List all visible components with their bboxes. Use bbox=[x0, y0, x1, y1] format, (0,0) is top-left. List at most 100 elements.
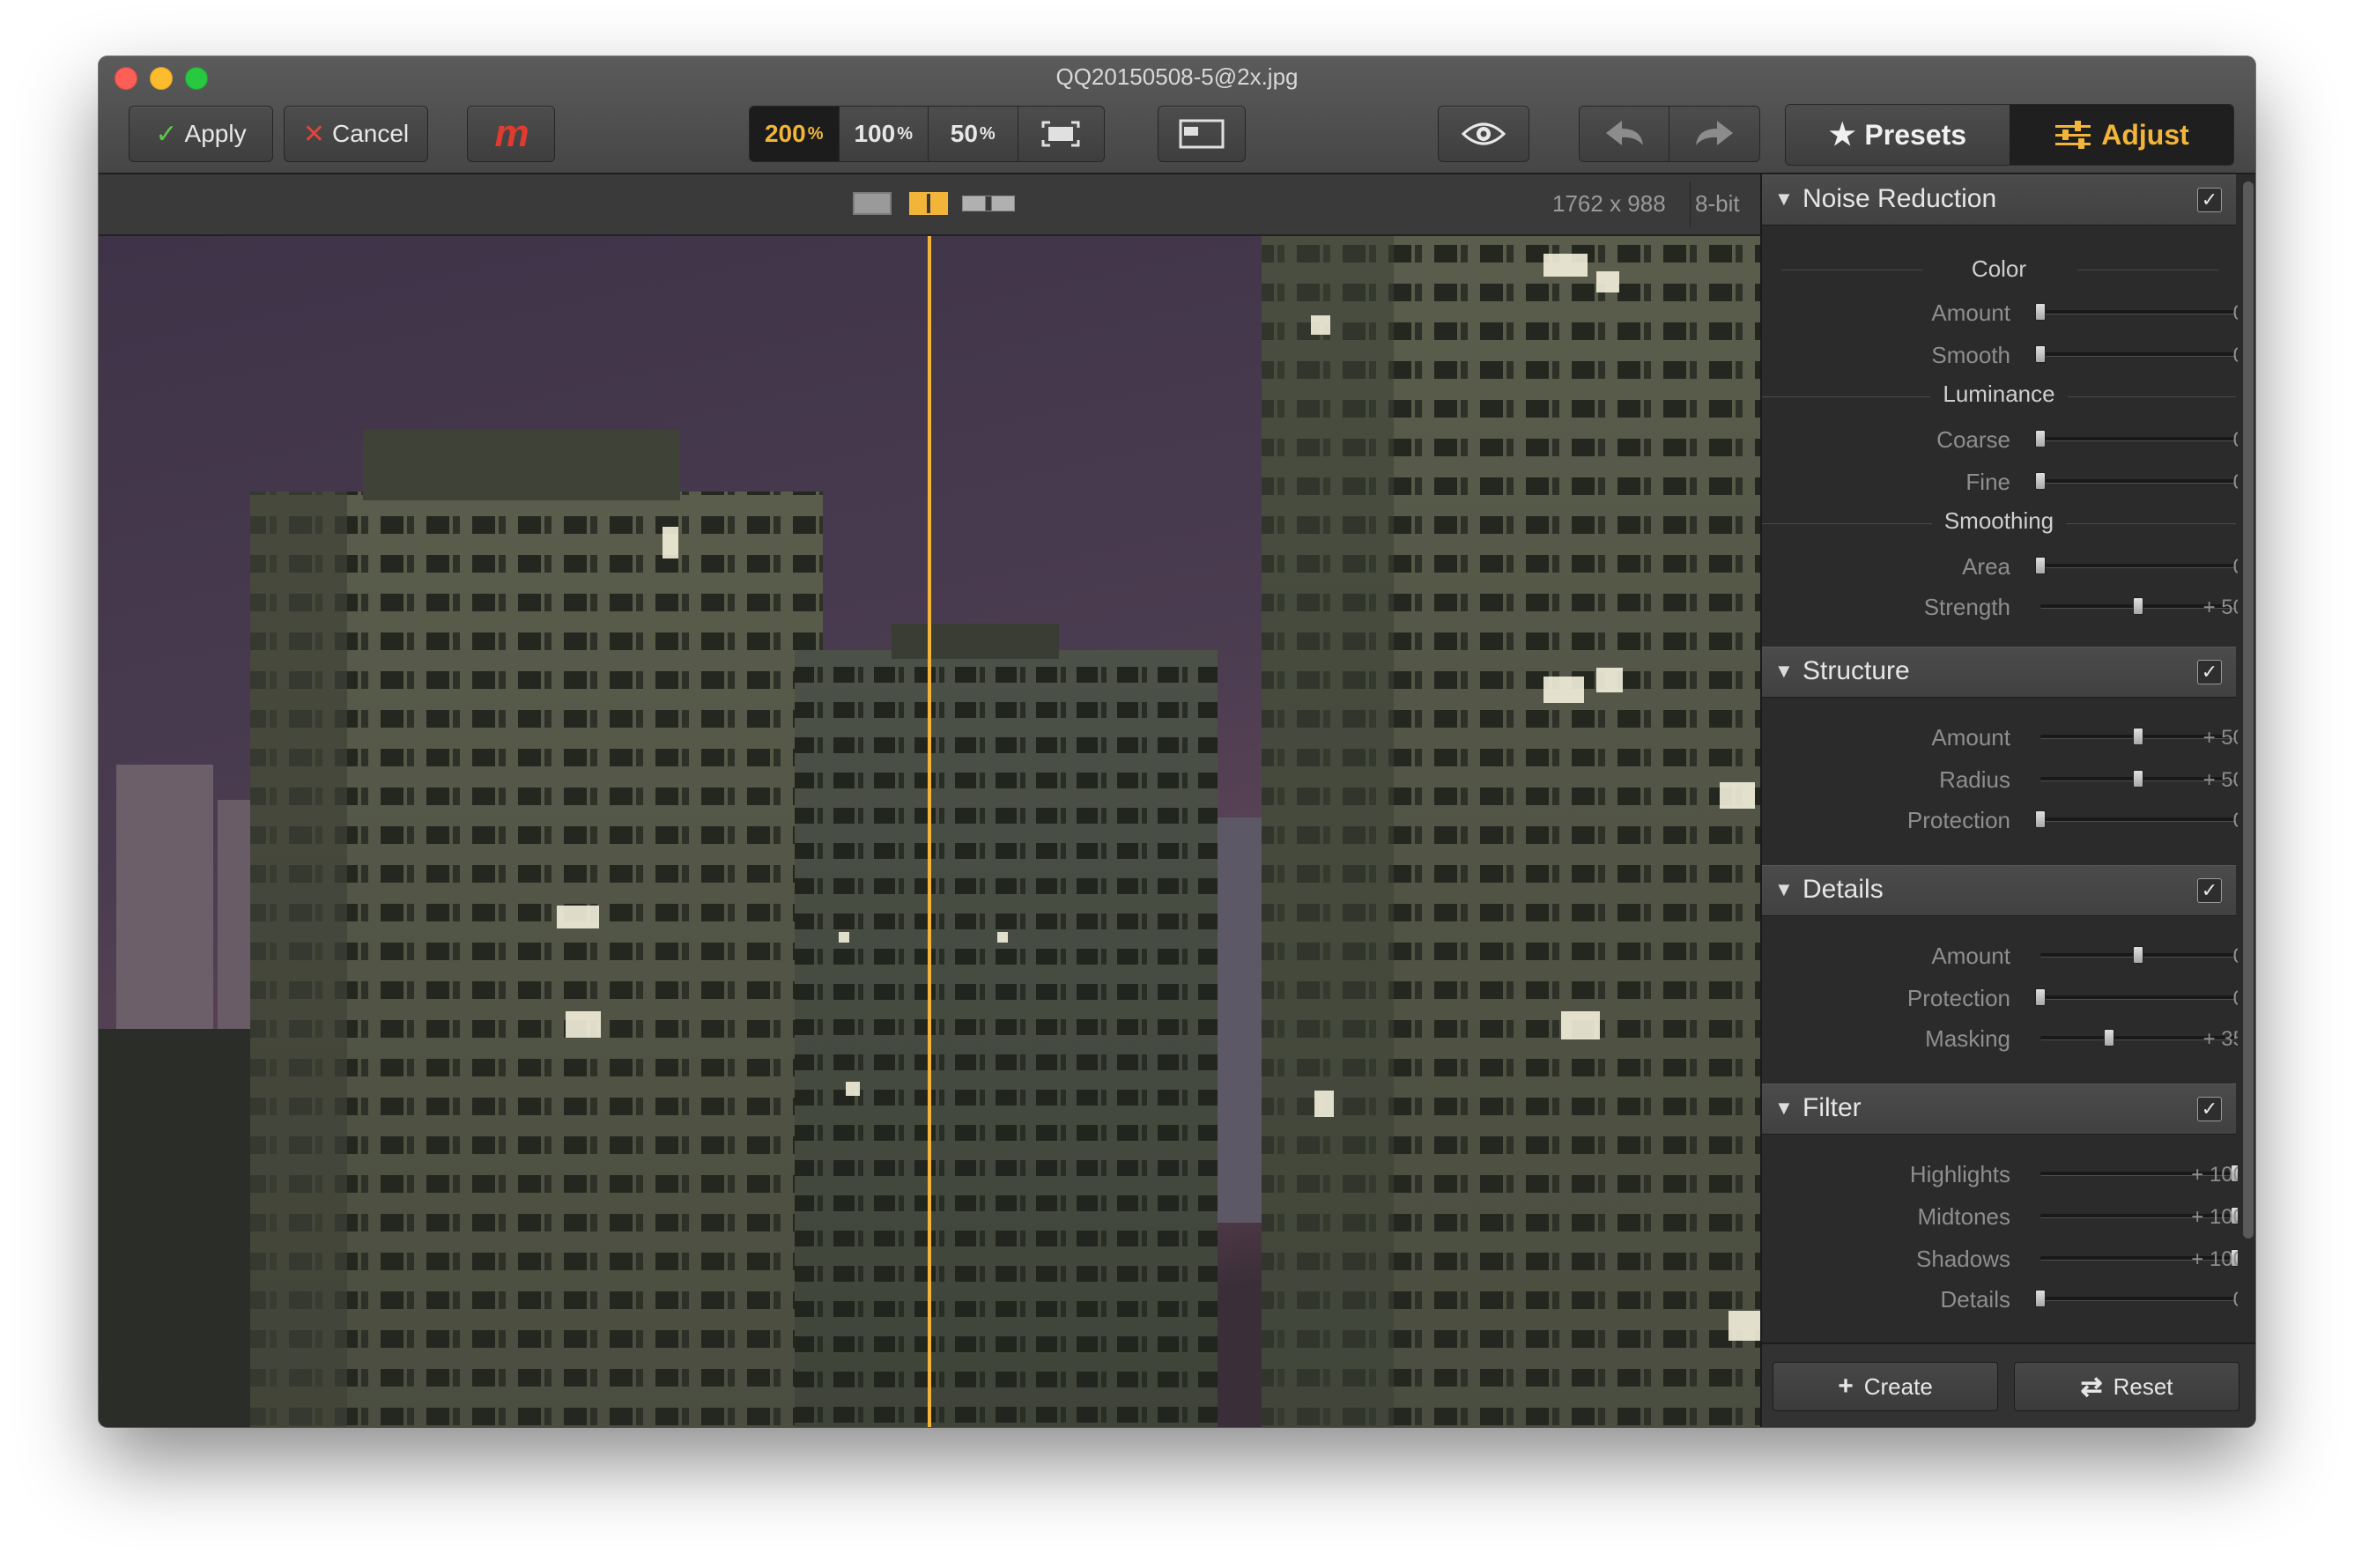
row-value: + 35 bbox=[2202, 1027, 2245, 1051]
x-icon: ✕ bbox=[302, 119, 325, 149]
panel-scrollbar[interactable] bbox=[2238, 174, 2255, 1342]
row-value: + 50 bbox=[2202, 726, 2245, 750]
row-value: + 100 bbox=[2191, 1247, 2245, 1271]
slider-thumb[interactable] bbox=[2035, 345, 2046, 363]
zoom-200-button[interactable]: 200% bbox=[750, 107, 840, 161]
row-value: + 100 bbox=[2191, 1205, 2245, 1229]
side-by-side-view-icon[interactable] bbox=[962, 196, 1015, 211]
zoom-50-button[interactable]: 50% bbox=[929, 107, 1018, 161]
section-structure[interactable]: ▼ Structure ✓ bbox=[1762, 647, 2236, 698]
slider-thumb[interactable] bbox=[2035, 472, 2046, 490]
slider-thumb[interactable] bbox=[2035, 810, 2046, 828]
plus-icon: + bbox=[1838, 1372, 1854, 1401]
row-label: Amount bbox=[1931, 300, 2010, 326]
slider-thumb[interactable] bbox=[2104, 1029, 2114, 1047]
row-label: Shadows bbox=[1916, 1246, 2010, 1272]
zoom-200-unit: % bbox=[807, 123, 824, 144]
row-value: 0 bbox=[2174, 555, 2245, 580]
row-label: Highlights bbox=[1909, 1161, 2010, 1187]
tab-presets-label: Presets bbox=[1864, 118, 1967, 151]
slider-thumb[interactable] bbox=[2133, 597, 2143, 615]
redo-arrow-icon bbox=[1696, 121, 1733, 145]
title-toolbar: QQ20150508-5@2x.jpg ✓ Apply ✕ Cancel m 2… bbox=[99, 56, 2255, 174]
window-layout-icon bbox=[1179, 119, 1225, 149]
split-view-icon[interactable] bbox=[909, 192, 948, 215]
cancel-button[interactable]: ✕ Cancel bbox=[284, 106, 428, 162]
redo-button[interactable] bbox=[1669, 107, 1759, 161]
slider-thumb[interactable] bbox=[2035, 557, 2046, 574]
single-view-icon[interactable] bbox=[853, 192, 892, 215]
photo-canvas[interactable] bbox=[99, 236, 1760, 1427]
undo-button[interactable] bbox=[1580, 107, 1669, 161]
structure-checkbox[interactable]: ✓ bbox=[2197, 660, 2222, 684]
image-dimensions: 1762 x 988 bbox=[1552, 190, 1666, 217]
apply-button[interactable]: ✓ Apply bbox=[129, 106, 273, 162]
section-noise-reduction[interactable]: ▼ Noise Reduction ✓ bbox=[1762, 174, 2236, 226]
group-title-smoothing: Smoothing bbox=[1762, 507, 2236, 535]
slider-thumb[interactable] bbox=[2035, 303, 2046, 321]
tab-presets[interactable]: ★ Presets bbox=[1786, 105, 2010, 165]
row-label: Radius bbox=[1939, 766, 2010, 793]
eye-icon bbox=[1461, 122, 1506, 145]
row-value: 0 bbox=[2174, 470, 2245, 495]
panel-footer: + Create ⇄ Reset bbox=[1762, 1342, 2255, 1427]
slider-thumb[interactable] bbox=[2035, 430, 2046, 447]
row-value: 0 bbox=[2174, 809, 2245, 833]
row-value: 0 bbox=[2174, 944, 2245, 969]
slider-thumb[interactable] bbox=[2133, 946, 2143, 964]
row-label: Strength bbox=[1923, 594, 2010, 620]
zoom-50-unit: % bbox=[979, 123, 996, 144]
night-city-photo bbox=[99, 236, 1760, 1427]
section-filter[interactable]: ▼ Filter ✓ bbox=[1762, 1084, 2236, 1135]
checkmark-icon: ✓ bbox=[155, 119, 178, 149]
filter-checkbox[interactable]: ✓ bbox=[2197, 1097, 2222, 1121]
row-label: Smooth bbox=[1931, 342, 2010, 368]
zoom-200-value: 200 bbox=[764, 120, 806, 147]
disclosure-triangle-icon: ▼ bbox=[1774, 1097, 1794, 1119]
slider-thumb[interactable] bbox=[2133, 728, 2143, 745]
group-title-text: Luminance bbox=[1930, 381, 2068, 407]
undo-arrow-icon bbox=[1605, 121, 1643, 145]
details-checkbox[interactable]: ✓ bbox=[2197, 878, 2222, 903]
row-label: Protection bbox=[1906, 985, 2010, 1011]
zoom-100-button[interactable]: 100% bbox=[839, 107, 929, 161]
logo-m-icon: m bbox=[494, 112, 529, 155]
window-title: QQ20150508-5@2x.jpg bbox=[1055, 63, 1299, 90]
fit-screen-icon bbox=[1041, 121, 1080, 147]
app-window: QQ20150508-5@2x.jpg ✓ Apply ✕ Cancel m 2… bbox=[99, 56, 2255, 1427]
slider-thumb[interactable] bbox=[2035, 1290, 2046, 1307]
slider-thumb[interactable] bbox=[2133, 770, 2143, 788]
row-value: 0 bbox=[2174, 301, 2245, 326]
zoom-100-unit: % bbox=[897, 123, 913, 144]
row-label: Details bbox=[1940, 1286, 2010, 1313]
compare-view-button[interactable] bbox=[1158, 106, 1246, 162]
row-label: Masking bbox=[1925, 1025, 2010, 1052]
row-value: + 50 bbox=[2202, 595, 2245, 619]
create-preset-button[interactable]: + Create bbox=[1773, 1362, 1998, 1411]
disclosure-triangle-icon: ▼ bbox=[1774, 188, 1794, 210]
row-label: Amount bbox=[1931, 724, 2010, 751]
fit-screen-button[interactable] bbox=[1018, 107, 1104, 161]
zoom-50-value: 50 bbox=[950, 120, 978, 147]
reset-button[interactable]: ⇄ Reset bbox=[2014, 1362, 2239, 1411]
zoom-100-value: 100 bbox=[854, 120, 896, 147]
cancel-label: Cancel bbox=[331, 120, 410, 147]
tab-adjust[interactable]: Adjust bbox=[2010, 105, 2233, 165]
scrollbar-thumb[interactable] bbox=[2243, 181, 2254, 1239]
section-details[interactable]: ▼ Details ✓ bbox=[1762, 865, 2236, 916]
section-title: Structure bbox=[1803, 656, 1910, 685]
preview-toggle-button[interactable] bbox=[1438, 106, 1529, 162]
zoom-selector: 200% 100% 50% bbox=[749, 106, 1105, 162]
group-title-color: Color bbox=[1971, 255, 2027, 282]
info-divider bbox=[1690, 181, 1691, 227]
row-label: Coarse bbox=[1936, 426, 2010, 453]
app-logo-button[interactable]: m bbox=[467, 106, 555, 162]
sliders-icon bbox=[2055, 121, 2091, 149]
slider-thumb[interactable] bbox=[2035, 988, 2046, 1006]
view-options-bar: 1762 x 988 8-bit bbox=[99, 174, 1760, 236]
noise-reduction-checkbox[interactable]: ✓ bbox=[2197, 188, 2222, 212]
disclosure-triangle-icon: ▼ bbox=[1774, 878, 1794, 900]
row-value: 0 bbox=[2174, 344, 2245, 368]
section-title: Details bbox=[1803, 875, 1884, 904]
row-value: + 50 bbox=[2202, 768, 2245, 792]
